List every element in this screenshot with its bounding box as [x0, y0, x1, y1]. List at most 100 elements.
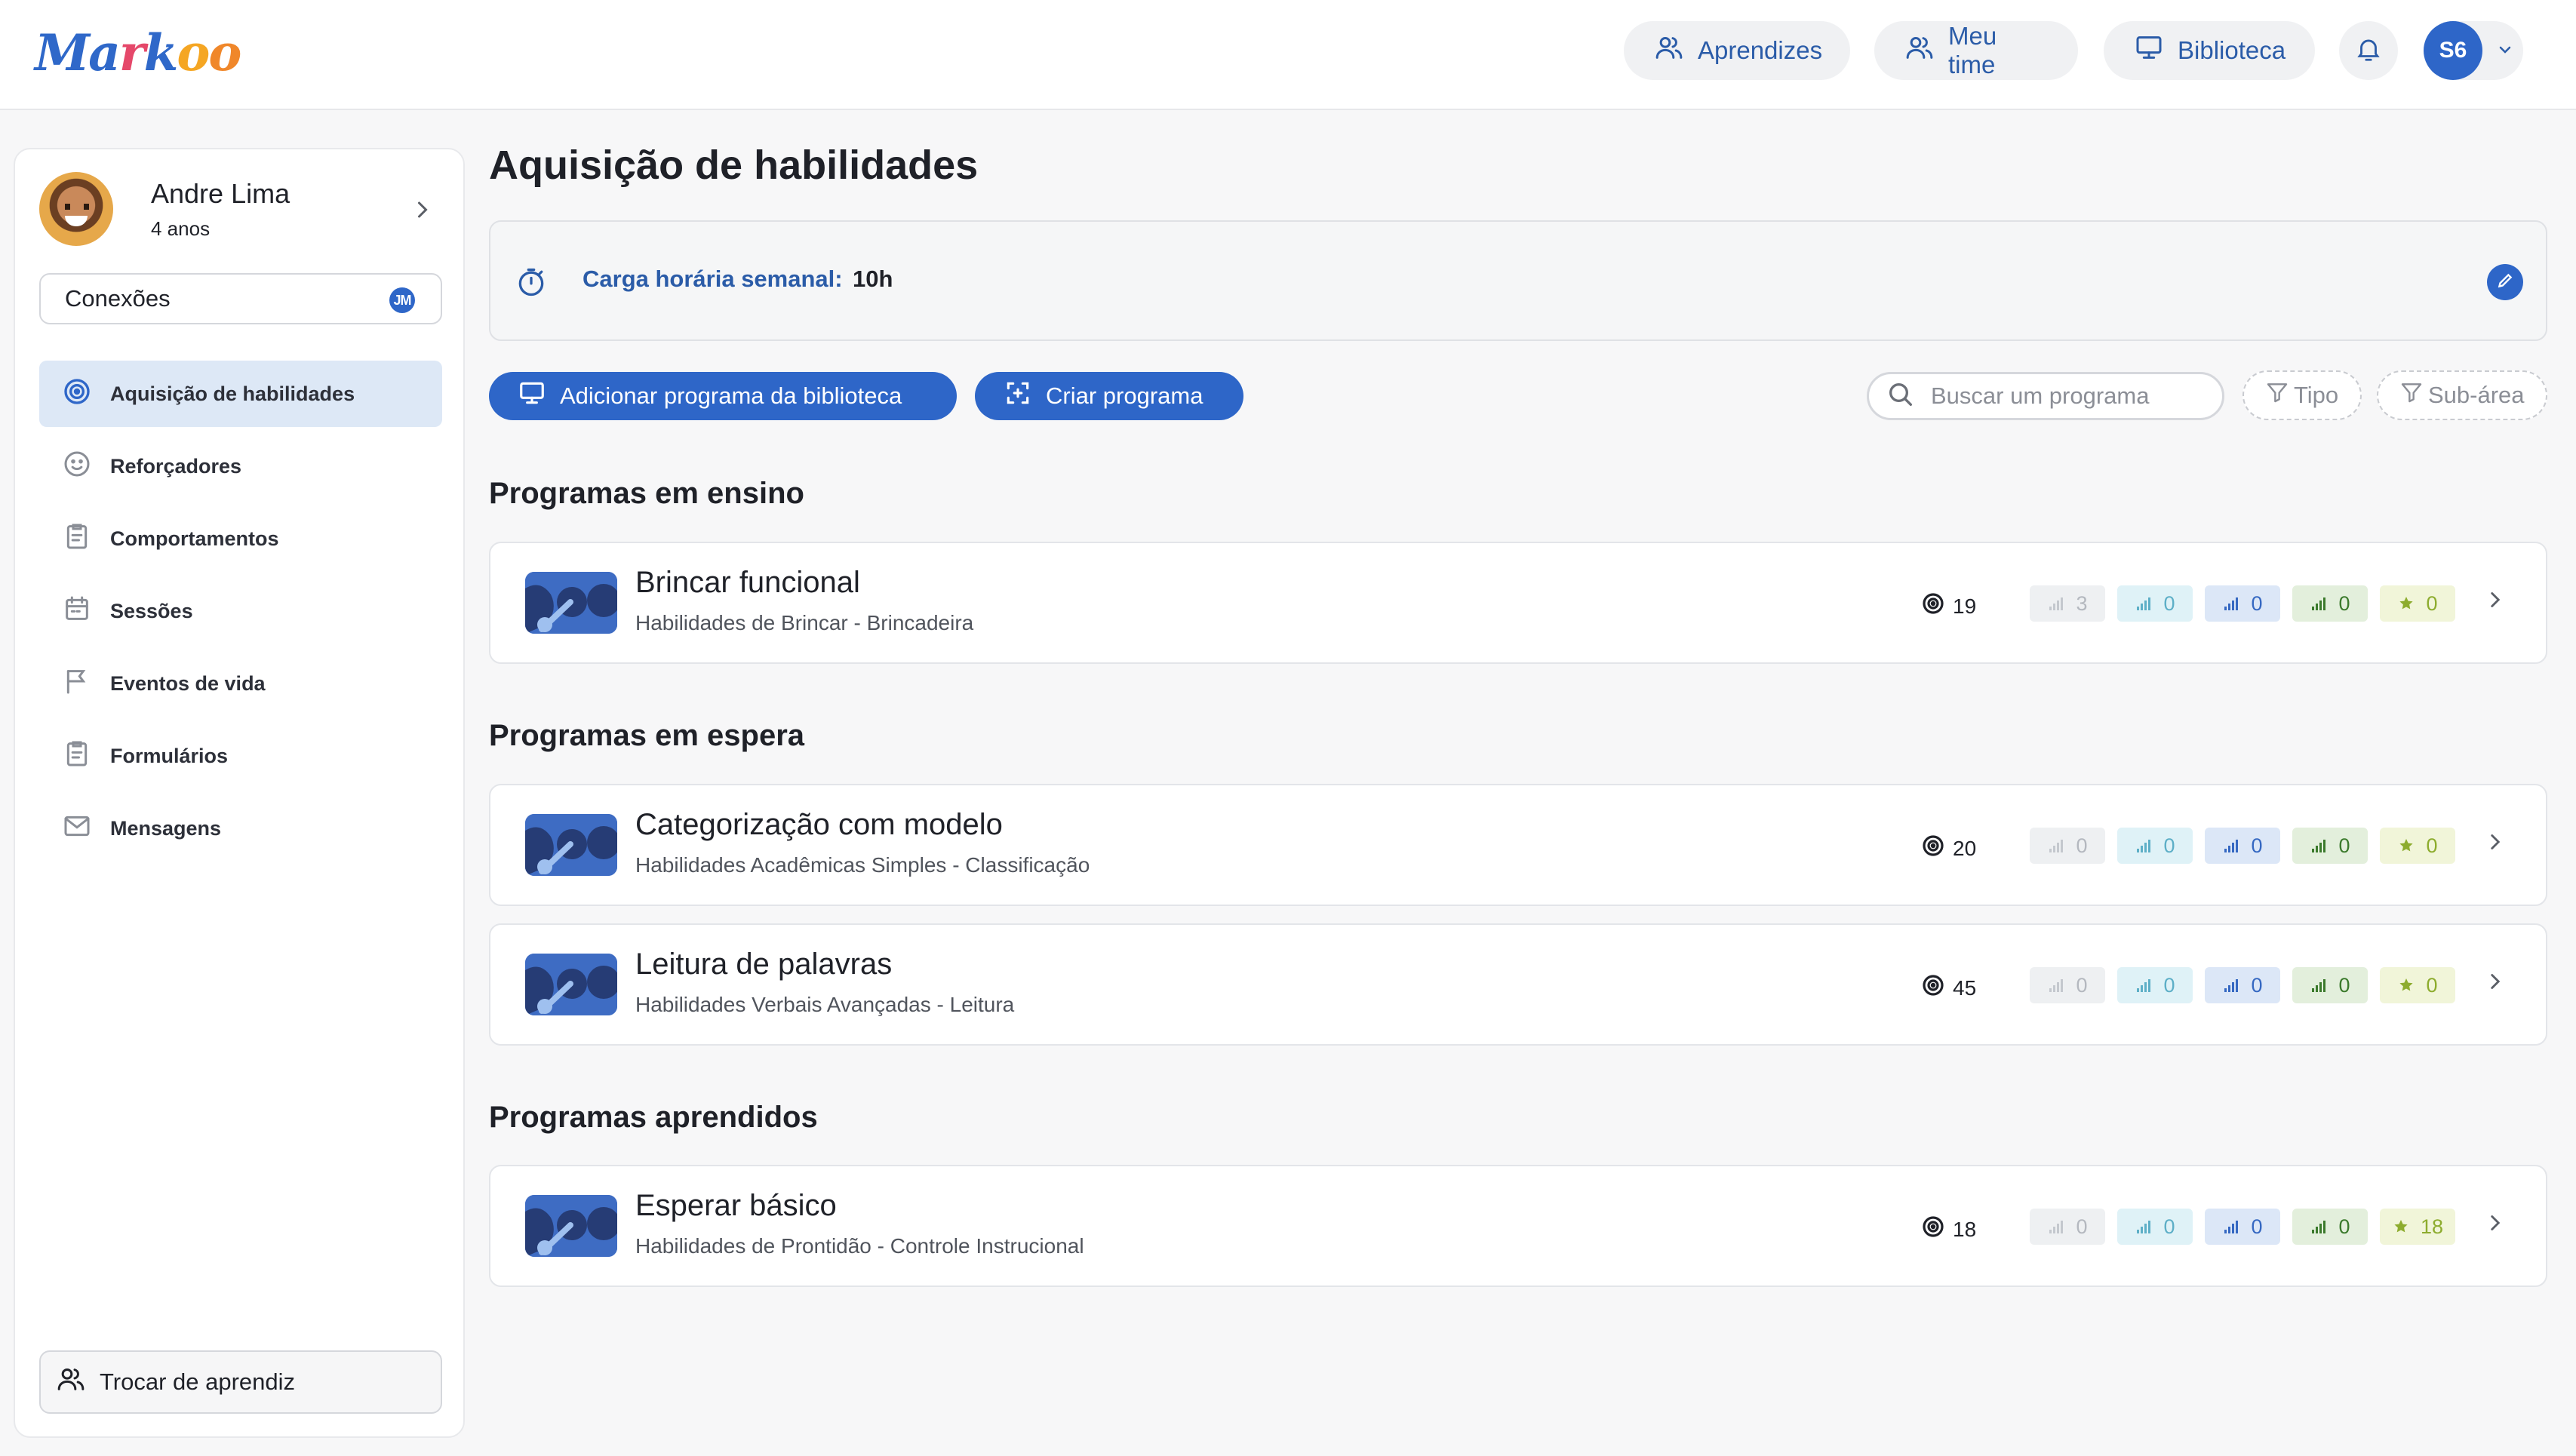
- badge-value: 0: [2426, 973, 2438, 997]
- app-logo[interactable]: Markoo: [35, 23, 241, 83]
- program-thumbnail: [525, 814, 617, 876]
- filter-subarea-button[interactable]: Sub-área: [2377, 370, 2547, 420]
- signal-bars-icon: [2047, 594, 2065, 613]
- signal-bars-icon: [2135, 594, 2153, 613]
- badge-value: 0: [2076, 1215, 2088, 1238]
- filter-subarea-label: Sub-área: [2428, 382, 2525, 408]
- chevron-right-icon[interactable]: [2482, 969, 2508, 994]
- level-badges: 3 0 0 0 0: [2030, 585, 2455, 622]
- swap-learner-button[interactable]: Trocar de aprendiz: [39, 1350, 442, 1414]
- signal-bars-icon: [2222, 594, 2240, 613]
- target-icon: [1921, 834, 1945, 863]
- learners-nav-button[interactable]: Aprendizes: [1624, 21, 1850, 80]
- targets-count-value: 19: [1953, 594, 1977, 618]
- sidebar-item-reinforcers[interactable]: Reforçadores: [39, 433, 442, 499]
- program-card[interactable]: Categorização com modelo Habilidades Acad…: [489, 784, 2547, 906]
- signal-bars-icon: [2135, 976, 2153, 994]
- user-avatar[interactable]: S6: [2424, 21, 2482, 80]
- create-program-icon: [1004, 379, 1032, 413]
- filter-type-label: Tipo: [2294, 382, 2339, 408]
- chevron-right-icon[interactable]: [2482, 829, 2508, 855]
- level-4-badge: 0: [2292, 585, 2368, 622]
- mail-icon: [62, 811, 92, 846]
- learner-age: 4 anos: [151, 217, 211, 240]
- program-area: Habilidades de Brincar - Brincadeira: [635, 611, 974, 634]
- program-targets-count: 45: [1921, 973, 1976, 1003]
- mastered-badge: 0: [2380, 828, 2455, 864]
- badge-value: 0: [2163, 1215, 2175, 1238]
- target-icon: [1921, 973, 1945, 1003]
- program-search[interactable]: [1867, 372, 2224, 420]
- chevron-right-icon[interactable]: [2482, 587, 2508, 613]
- level-badges: 0 0 0 0 0: [2030, 967, 2455, 1003]
- connections-label: Conexões: [65, 285, 171, 312]
- flag-icon: [62, 666, 92, 702]
- chevron-down-icon[interactable]: [2496, 41, 2514, 59]
- program-name: Brincar funcional: [635, 566, 860, 599]
- level-1-badge: 3: [2030, 585, 2105, 622]
- connections-button[interactable]: Conexões JM: [39, 273, 442, 324]
- team-nav-button[interactable]: Meu time: [1874, 21, 2078, 80]
- sidebar-item-behaviors[interactable]: Comportamentos: [39, 505, 442, 572]
- sidebar-item-forms[interactable]: Formulários: [39, 723, 442, 789]
- create-program-label: Criar programa: [1046, 382, 1203, 409]
- create-program-button[interactable]: Criar programa: [975, 372, 1243, 420]
- learner-card[interactable]: Andre Lima 4 anos: [39, 172, 442, 247]
- level-2-badge: 0: [2117, 585, 2193, 622]
- signal-bars-icon: [2222, 976, 2240, 994]
- chevron-right-icon[interactable]: [2482, 1210, 2508, 1236]
- search-input[interactable]: [1931, 382, 2203, 410]
- section-title-waiting: Programas em espera: [489, 719, 805, 752]
- program-card[interactable]: Brincar funcional Habilidades de Brincar …: [489, 542, 2547, 664]
- program-targets-count: 19: [1921, 591, 1976, 621]
- program-area: Habilidades Acadêmicas Simples - Classif…: [635, 853, 1090, 877]
- star-icon: [2397, 594, 2415, 613]
- connection-avatar-badge: JM: [389, 287, 415, 313]
- notifications-button[interactable]: [2339, 21, 2398, 80]
- badge-value: 0: [2251, 973, 2263, 997]
- sidebar-item-label: Eventos de vida: [110, 671, 266, 695]
- sidebar: Andre Lima 4 anos Conexões JM Aquisição …: [14, 148, 465, 1438]
- target-icon: [62, 376, 92, 412]
- target-icon: [1921, 591, 1945, 621]
- library-nav-label: Biblioteca: [2178, 36, 2286, 64]
- program-thumbnail: [525, 1195, 617, 1257]
- badge-value: 0: [2163, 591, 2175, 615]
- badge-value: 0: [2076, 973, 2088, 997]
- weekly-hours-card: Carga horária semanal: 10h: [489, 220, 2547, 341]
- badge-value: 0: [2163, 834, 2175, 857]
- chevron-right-icon[interactable]: [409, 196, 436, 223]
- badge-value: 0: [2076, 834, 2088, 857]
- program-name: Categorização com modelo: [635, 808, 1003, 841]
- sidebar-item-sessions[interactable]: Sessões: [39, 578, 442, 644]
- program-card[interactable]: Leitura de palavras Habilidades Verbais A…: [489, 923, 2547, 1046]
- library-nav-button[interactable]: Biblioteca: [2104, 21, 2315, 80]
- filter-type-button[interactable]: Tipo: [2242, 370, 2362, 420]
- user-menu[interactable]: S6: [2424, 21, 2523, 80]
- badge-value: 0: [2338, 591, 2350, 615]
- level-badges: 0 0 0 0 0: [2030, 828, 2455, 864]
- signal-bars-icon: [2047, 976, 2065, 994]
- targets-count-value: 18: [1953, 1217, 1977, 1241]
- level-1-badge: 0: [2030, 967, 2105, 1003]
- timer-icon: [515, 266, 548, 299]
- add-from-library-button[interactable]: Adicionar programa da biblioteca: [489, 372, 957, 420]
- search-icon: [1886, 379, 1916, 413]
- sidebar-item-skill-acquisition[interactable]: Aquisição de habilidades: [39, 361, 442, 427]
- program-area: Habilidades de Prontidão - Controle Inst…: [635, 1234, 1084, 1258]
- sidebar-item-messages[interactable]: Mensagens: [39, 795, 442, 862]
- badge-value: 0: [2251, 834, 2263, 857]
- sidebar-item-label: Comportamentos: [110, 527, 279, 550]
- program-card[interactable]: Esperar básico Habilidades de Prontidão -…: [489, 1165, 2547, 1287]
- learner-avatar: [39, 172, 113, 246]
- level-1-badge: 0: [2030, 828, 2105, 864]
- signal-bars-icon: [2135, 837, 2153, 855]
- add-from-library-label: Adicionar programa da biblioteca: [560, 382, 902, 409]
- signal-bars-icon: [2310, 1218, 2328, 1236]
- edit-hours-button[interactable]: [2487, 264, 2523, 300]
- sidebar-item-life-events[interactable]: Eventos de vida: [39, 650, 442, 717]
- targets-count-value: 20: [1953, 836, 1977, 860]
- monitor-icon: [518, 379, 546, 413]
- mastered-badge: 18: [2380, 1209, 2455, 1245]
- badge-value: 0: [2251, 591, 2263, 615]
